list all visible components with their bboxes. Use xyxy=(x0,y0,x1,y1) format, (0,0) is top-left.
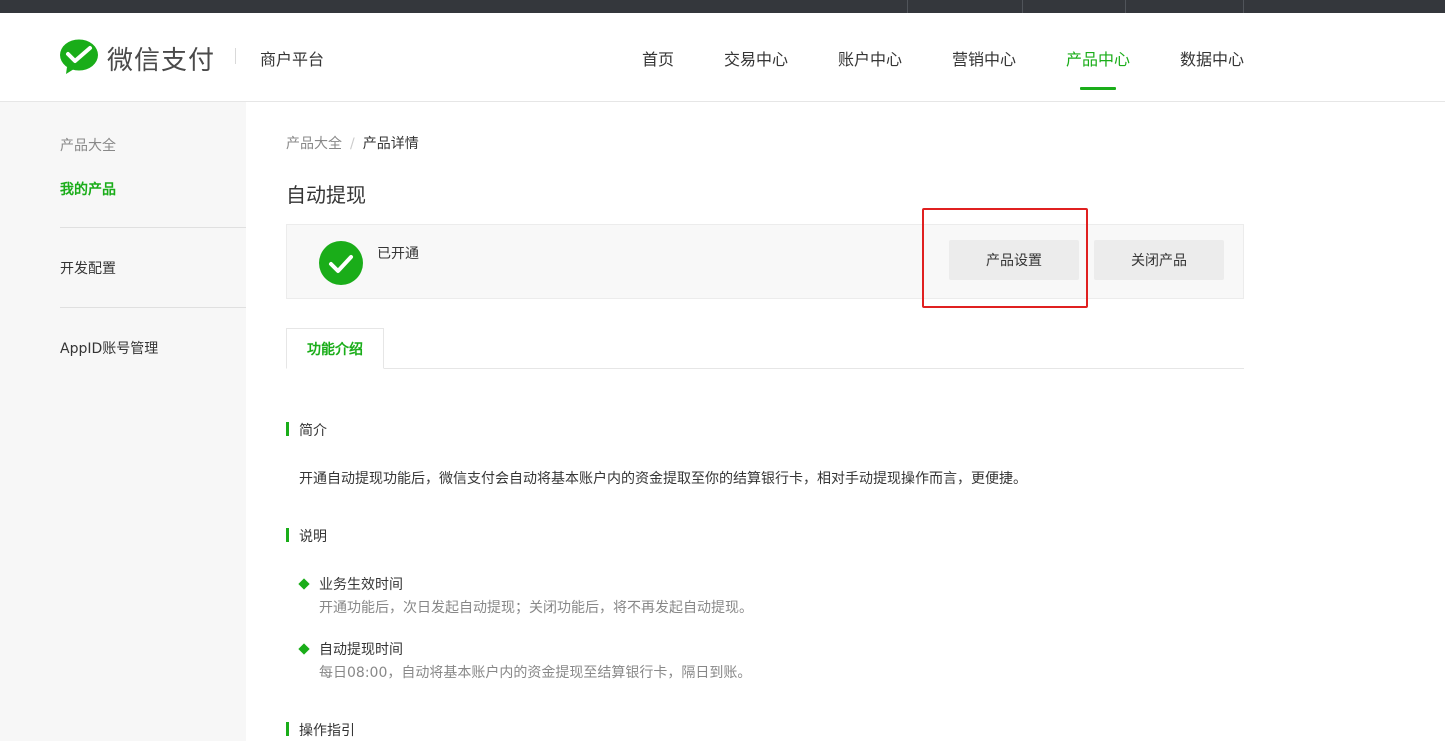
intro-paragraph: 开通自动提现功能后，微信支付会自动将基本账户内的资金提取至你的结算银行卡，相对手… xyxy=(299,471,1027,487)
section-title-notes: 说明 xyxy=(286,526,327,546)
sidebar-item-appid-management[interactable]: AppID账号管理 xyxy=(60,338,158,358)
note-item-desc: 每日08:00，自动将基本账户内的资金提现至结算银行卡，隔日到账。 xyxy=(319,665,752,681)
sidebar-item-dev-config[interactable]: 开发配置 xyxy=(60,258,116,278)
section-title-guide: 操作指引 xyxy=(286,720,355,740)
sidebar xyxy=(0,102,246,741)
sidebar-divider xyxy=(60,227,246,228)
platform-name: 商户平台 xyxy=(260,50,325,69)
nav-item-product-center[interactable]: 产品中心 xyxy=(1066,46,1130,70)
note-item-desc: 开通功能后，次日发起自动提现；关闭功能后，将不再发起自动提现。 xyxy=(319,600,753,616)
diamond-bullet-icon xyxy=(298,578,310,590)
product-status-panel: 已开通 产品设置 关闭产品 xyxy=(286,224,1244,299)
nav-item-trade-center[interactable]: 交易中心 xyxy=(724,46,788,70)
tabs-baseline xyxy=(286,368,1244,369)
highlight-annotation-box xyxy=(922,208,1088,308)
sidebar-item-all-products[interactable]: 产品大全 xyxy=(60,135,116,155)
note-item-title: 业务生效时间 xyxy=(319,577,403,593)
breadcrumb-separator: / xyxy=(350,136,355,152)
breadcrumb-current: 产品详情 xyxy=(362,136,419,152)
sidebar-item-my-products[interactable]: 我的产品 xyxy=(60,179,116,199)
sidebar-divider xyxy=(60,307,246,308)
product-status-text: 已开通 xyxy=(377,246,419,262)
page-title: 自动提现 xyxy=(286,183,366,207)
header: 微信支付 商户平台 首页 交易中心 账户中心 营销中心 产品中心 数据中心 xyxy=(0,13,1445,102)
tab-feature-intro[interactable]: 功能介绍 xyxy=(286,328,384,369)
logo-divider xyxy=(235,48,236,64)
nav-item-account-center[interactable]: 账户中心 xyxy=(838,46,902,70)
top-bar-divider xyxy=(1125,0,1126,13)
check-circle-icon xyxy=(319,241,363,285)
breadcrumb-parent-link[interactable]: 产品大全 xyxy=(286,136,342,152)
breadcrumb: 产品大全 / 产品详情 xyxy=(286,133,419,153)
top-bar-divider xyxy=(1243,0,1244,13)
section-title-intro: 简介 xyxy=(286,420,327,440)
note-item-title: 自动提现时间 xyxy=(319,642,403,658)
wechat-pay-logo-icon xyxy=(60,39,98,74)
nav-item-data-center[interactable]: 数据中心 xyxy=(1180,46,1244,70)
nav-active-indicator xyxy=(1080,87,1116,90)
diamond-bullet-icon xyxy=(298,643,310,655)
top-bar xyxy=(0,0,1445,13)
nav-item-home[interactable]: 首页 xyxy=(642,46,674,70)
nav-item-marketing-center[interactable]: 营销中心 xyxy=(952,46,1016,70)
close-product-button[interactable]: 关闭产品 xyxy=(1094,240,1224,280)
top-bar-divider xyxy=(1022,0,1023,13)
top-bar-divider xyxy=(907,0,908,13)
logo-text: 微信支付 xyxy=(107,46,216,76)
